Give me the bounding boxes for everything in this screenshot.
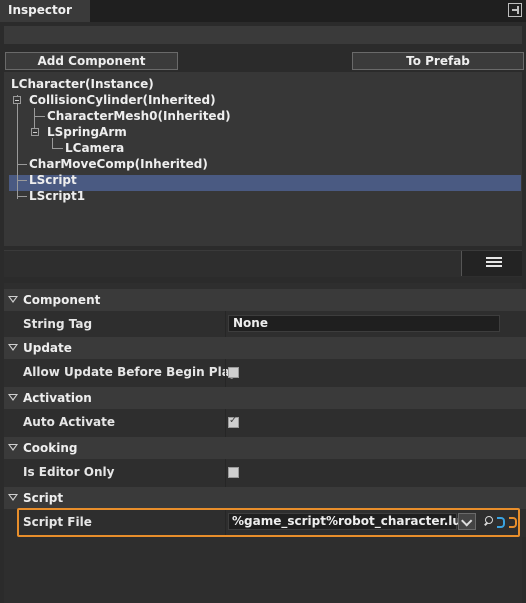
- tree-item-lscript1[interactable]: LScript1: [29, 189, 85, 203]
- category-update[interactable]: Update: [4, 337, 526, 359]
- tree-line: [17, 180, 27, 181]
- category-activation[interactable]: Activation: [4, 387, 526, 409]
- menu-icon: [486, 257, 502, 269]
- tree-selection-highlight: [9, 175, 521, 191]
- editor-only-checkbox[interactable]: [228, 467, 239, 478]
- tree-item-collisioncylinder[interactable]: CollisionCylinder(Inherited): [29, 93, 216, 107]
- tab-inspector-label: Inspector: [8, 3, 72, 17]
- property-allow-update: Allow Update Before Begin Play: [4, 359, 526, 387]
- property-label: String Tag: [23, 317, 93, 331]
- category-script[interactable]: Script: [4, 487, 526, 509]
- property-label: Allow Update Before Begin Play: [23, 365, 238, 379]
- string-tag-value: None: [233, 316, 268, 330]
- tree-line: [17, 196, 27, 197]
- auto-activate-checkbox[interactable]: [228, 415, 239, 428]
- column-divider: [225, 409, 226, 437]
- tree-line: [52, 148, 63, 149]
- tree-line: [17, 95, 18, 199]
- tree-line: [34, 116, 45, 117]
- category-label: Script: [23, 491, 64, 505]
- panel-splitter[interactable]: [4, 250, 522, 277]
- category-label: Component: [23, 293, 101, 307]
- column-divider: [225, 311, 226, 339]
- allow-update-checkbox[interactable]: [228, 367, 239, 378]
- column-divider: [225, 459, 226, 487]
- category-component[interactable]: Component: [4, 289, 526, 311]
- tree-item-charmovecomp[interactable]: CharMoveComp(Inherited): [29, 157, 208, 171]
- to-prefab-button[interactable]: To Prefab: [352, 52, 524, 70]
- property-label: Is Editor Only: [23, 465, 115, 479]
- tree-item-lscript[interactable]: LScript: [29, 173, 77, 187]
- property-string-tag: String Tag None: [4, 311, 526, 339]
- category-label: Activation: [23, 391, 92, 405]
- collapse-toggle-icon[interactable]: [31, 128, 39, 136]
- expand-arrow-icon: [8, 494, 18, 501]
- tree-item-charactermesh0[interactable]: CharacterMesh0(Inherited): [47, 109, 231, 123]
- toolbar-strip: [4, 26, 522, 44]
- collapse-toggle-icon[interactable]: [13, 96, 21, 104]
- expand-arrow-icon: [8, 444, 18, 451]
- tree-item-lspringarm[interactable]: LSpringArm: [47, 125, 127, 139]
- tree-line: [17, 164, 27, 165]
- category-cooking[interactable]: Cooking: [4, 437, 526, 459]
- property-is-editor-only: Is Editor Only: [4, 459, 526, 487]
- script-file-highlight: [17, 508, 520, 537]
- pin-icon[interactable]: [508, 3, 522, 17]
- property-auto-activate: Auto Activate: [4, 409, 526, 437]
- column-divider: [225, 359, 226, 387]
- expand-arrow-icon: [8, 394, 18, 401]
- add-component-button[interactable]: Add Component: [5, 52, 178, 70]
- category-label: Update: [23, 341, 72, 355]
- view-options-button[interactable]: [461, 251, 522, 276]
- tree-item-lcharacter[interactable]: LCharacter(Instance): [11, 77, 154, 91]
- tree-item-lcamera[interactable]: LCamera: [65, 141, 124, 155]
- expand-arrow-icon: [8, 344, 18, 351]
- tab-inspector[interactable]: Inspector: [0, 0, 90, 22]
- string-tag-field[interactable]: None: [228, 315, 500, 332]
- category-label: Cooking: [23, 441, 78, 455]
- expand-arrow-icon: [8, 296, 18, 303]
- property-label: Auto Activate: [23, 415, 116, 429]
